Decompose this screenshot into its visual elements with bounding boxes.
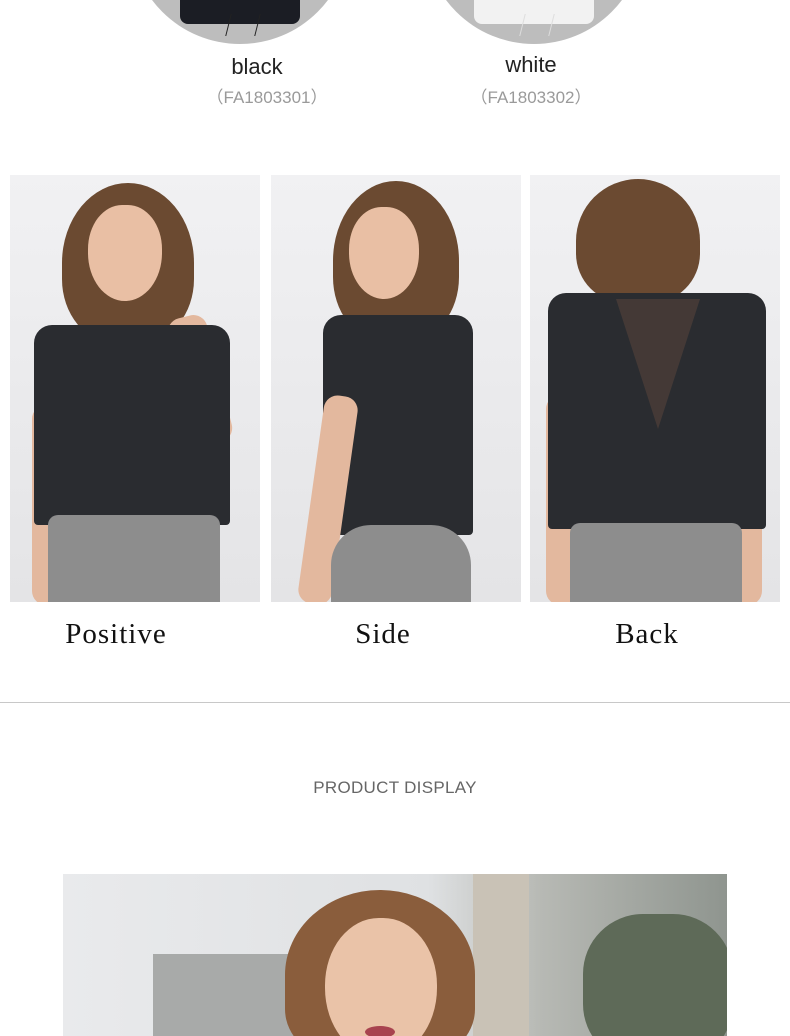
drawstring [519,14,555,36]
color-name-black: black [231,54,283,79]
color-swatch-black[interactable] [130,0,350,44]
view-label-side: Side [355,618,411,650]
color-name-white: white [505,52,557,77]
photo-back-view [530,175,780,602]
view-label-back: Back [615,618,679,650]
color-code-black: （FA1803301） [206,88,328,107]
view-label-positive: Positive [65,618,167,650]
product-display-photo [63,874,727,1036]
section-title: PRODUCT DISPLAY [313,778,477,797]
color-swatch-white[interactable] [424,0,644,44]
photo-side-view [271,175,521,602]
section-divider [0,702,790,703]
color-code-white: （FA1803302） [470,88,592,107]
photo-front-view [10,175,260,602]
drawstring [225,14,261,36]
